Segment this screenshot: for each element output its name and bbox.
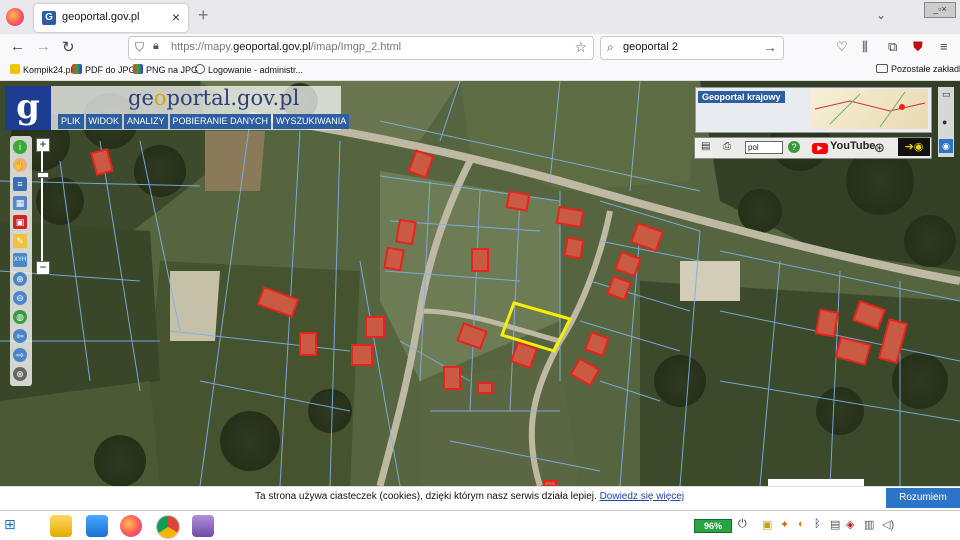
back-icon[interactable]: ←	[10, 38, 25, 55]
chrome-icon[interactable]	[156, 515, 180, 539]
cookie-learn-more-link[interactable]: Dowiedz się więcej	[600, 491, 684, 502]
full-extent-icon[interactable]: ⊗	[13, 367, 27, 381]
bookmark-pdf-jpg[interactable]: PDF do JPG	[72, 64, 136, 75]
bookmark-png-jpg[interactable]: PNG na JPG	[133, 64, 198, 75]
url-text: https://mapy.geoportal.gov.pl/imap/Imgp_…	[171, 41, 402, 53]
new-tab-button[interactable]: +	[198, 5, 209, 26]
zoom-in-icon[interactable]: ⊕	[13, 272, 27, 286]
tab-title: geoportal.gov.pl	[62, 11, 140, 23]
geoportal-menu: PLIK WIDOK ANALIZY POBIERANIE DANYCH WYS…	[58, 114, 350, 129]
volume-icon[interactable]: ◁)	[882, 518, 894, 531]
antivirus-icon[interactable]: ◈	[846, 518, 854, 531]
bookmarks-bar: Kompik24.pl PDF do JPG PNG na JPG Logowa…	[0, 60, 960, 81]
bookmark-logowanie[interactable]: Logowanie - administr...	[195, 64, 303, 75]
firefox-taskbar-icon[interactable]	[120, 515, 142, 537]
start-icon[interactable]: ⊞	[4, 516, 16, 533]
info-icon[interactable]: i	[13, 140, 27, 154]
zoom-slider-handle[interactable]	[37, 172, 49, 179]
accessibility-icon[interactable]: ⊛	[874, 140, 885, 156]
forward-icon[interactable]: →	[36, 38, 51, 55]
firefox-icon[interactable]	[6, 8, 24, 26]
reload-icon[interactable]: ↻	[62, 38, 75, 56]
zoom-plus-button[interactable]: +	[36, 138, 50, 152]
menu-wyszukiwania[interactable]: WYSZUKIWANIA	[273, 114, 350, 129]
overview-label[interactable]: Geoportal krajowy	[698, 91, 785, 103]
lock-icon[interactable]: 🔒︎	[153, 40, 159, 53]
overview-map-graphic	[814, 91, 926, 128]
overview-map[interactable]	[810, 89, 928, 129]
battery-indicator[interactable]: 96%	[694, 519, 732, 533]
cookie-accept-button[interactable]: Rozumiem	[886, 488, 960, 508]
file-explorer-icon[interactable]	[50, 515, 72, 537]
geoportal-title: geoportal.gov.pl	[128, 86, 300, 110]
zoom-out-icon[interactable]: ⊖	[13, 291, 27, 305]
cookie-text: Ta strona używa ciasteczek (cookies), dz…	[255, 491, 685, 502]
library-icon[interactable]: ⫼	[862, 39, 868, 55]
list-tabs-icon[interactable]: ⌄	[876, 8, 886, 22]
zoom-minus-button[interactable]: −	[36, 261, 50, 275]
pocket-icon[interactable]: ♡	[836, 39, 848, 55]
window-controls[interactable]: _▫×	[924, 2, 956, 18]
bookmark-star-icon[interactable]: ☆	[574, 39, 587, 56]
youtube-label: YouTube	[830, 140, 876, 152]
search-go-icon[interactable]: →	[763, 39, 777, 55]
search-bar[interactable]: ⌕ geoportal 2 →	[600, 36, 784, 60]
close-tab-icon[interactable]: ×	[172, 9, 180, 25]
tray-app-icon-3[interactable]: ◐	[798, 518, 805, 530]
menu-pobieranie-danych[interactable]: POBIERANIE DANYCH	[169, 114, 272, 129]
network-icon[interactable]: ▥	[864, 518, 874, 531]
tab-geoportal[interactable]: G geoportal.gov.pl ×	[34, 4, 188, 32]
contrast-eye-icon[interactable]: ➔◉	[898, 138, 930, 156]
search-icon: ⌕	[607, 40, 614, 54]
pencil-icon[interactable]: ✎	[13, 234, 27, 248]
map-tools-panel: i ✋ ≡ ▦ ▣ ✎ XYH ⊕ ⊖ ◍ ⇦ ⇨ ⊗	[10, 136, 32, 386]
bluetooth-icon[interactable]: ᛒ	[814, 518, 821, 530]
next-view-icon[interactable]: ⇨	[13, 348, 27, 362]
document-icon[interactable]: ▤	[701, 141, 710, 152]
hand-pan-icon[interactable]: ✋	[13, 158, 27, 172]
help-icon[interactable]: ?	[788, 141, 800, 153]
app-menu-icon[interactable]: ≡	[940, 39, 948, 54]
url-bar[interactable]: ⛉ 🔒︎ https://mapy.geoportal.gov.pl/imap/…	[128, 36, 594, 60]
tab-bar: G geoportal.gov.pl × + ⌄ _▫×	[0, 0, 960, 34]
search-input[interactable]: geoportal 2	[623, 41, 678, 53]
clipboard-icon[interactable]: ▤	[830, 518, 840, 531]
xyh-icon[interactable]: XYH	[13, 253, 27, 267]
globe-icon[interactable]: ◍	[13, 310, 27, 324]
bookmark-kompik[interactable]: Kompik24.pl	[10, 64, 73, 75]
addon-shield-icon[interactable]: ⛊	[913, 39, 923, 55]
geoportal-favicon-icon: G	[42, 11, 56, 25]
zoom-slider-track[interactable]	[41, 151, 43, 261]
youtube-play-icon: ▶	[812, 143, 828, 154]
legend-icon[interactable]: ≡	[13, 177, 27, 191]
map-side-controls: ▭ ● ◉	[938, 87, 954, 157]
media-player-icon[interactable]	[86, 515, 108, 537]
language-select[interactable]: pol	[745, 141, 783, 154]
menu-widok[interactable]: WIDOK	[85, 114, 123, 129]
youtube-link[interactable]: ▶ YouTube	[812, 140, 875, 154]
shield-icon[interactable]: ⛉	[135, 40, 144, 55]
slider-dot-icon[interactable]: ●	[942, 117, 947, 127]
plug-icon[interactable]: ⏻	[738, 518, 747, 531]
layers-icon[interactable]: ▦	[13, 196, 27, 210]
tray-app-icon-2[interactable]: ✦	[780, 518, 789, 531]
menu-plik[interactable]: PLIK	[58, 114, 84, 129]
geoportal-logo[interactable]: g	[5, 86, 51, 130]
printer-icon[interactable]: ⎙	[723, 141, 731, 152]
extensions-icon[interactable]: ⧉	[888, 39, 897, 55]
menu-analizy[interactable]: ANALIZY	[124, 114, 168, 129]
tray-app-icon-1[interactable]: ▣	[762, 518, 772, 531]
minimize-icon[interactable]: ▭	[942, 89, 951, 100]
bookmark-folder-other[interactable]: Pozostałe zakładki	[876, 64, 960, 74]
previous-view-icon[interactable]: ⇦	[13, 329, 27, 343]
view-toggle-icon[interactable]: ◉	[939, 139, 953, 153]
home-app-icon[interactable]	[192, 515, 214, 537]
print-area-icon[interactable]: ▣	[13, 215, 27, 229]
